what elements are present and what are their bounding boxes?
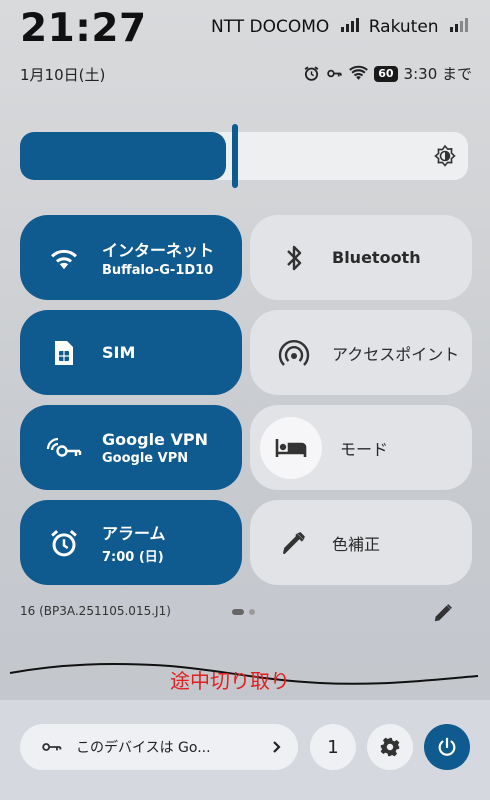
power-button[interactable] — [424, 724, 470, 770]
user-count-button[interactable]: 1 — [310, 724, 356, 770]
bluetooth-icon — [274, 238, 314, 278]
brightness-handle[interactable] — [232, 124, 238, 188]
tile-sim-title: SIM — [102, 343, 136, 362]
brightness-auto-icon — [434, 144, 456, 167]
tile-bluetooth-title: Bluetooth — [332, 248, 421, 267]
wifi-status-icon — [349, 65, 369, 80]
tile-google-vpn[interactable]: Google VPN Google VPN — [20, 405, 242, 490]
signal-icon — [450, 17, 468, 32]
tile-sim[interactable]: SIM — [20, 310, 242, 395]
status-icons: 60 3:30 まで — [303, 63, 472, 84]
tile-hotspot-title: アクセスポイント — [332, 344, 460, 364]
tile-internet-subtitle: Buffalo-G-1D10 — [102, 263, 214, 278]
sim-card-icon — [44, 333, 84, 373]
signal-icon — [340, 17, 359, 32]
gear-icon — [380, 737, 400, 757]
vpn-key-icon — [44, 428, 84, 468]
chevron-right-icon — [273, 741, 281, 753]
build-number[interactable]: 16 (BP3A.251105.015.J1) — [20, 604, 171, 618]
wifi-icon — [44, 238, 84, 278]
crop-note: 途中切り取り — [170, 669, 290, 693]
alarm-status-icon — [304, 66, 319, 81]
clock: 21:27 — [20, 6, 147, 51]
tile-bluetooth[interactable]: Bluetooth — [250, 215, 472, 300]
bed-icon — [260, 416, 322, 479]
alarm-until-text: 3:30 まで — [403, 65, 472, 83]
tile-mode-title: モード — [340, 439, 389, 459]
date: 1月10日(土) — [20, 66, 106, 84]
tile-hotspot[interactable]: アクセスポイント — [250, 310, 472, 395]
settings-button[interactable] — [367, 724, 413, 770]
vpn-key-icon — [42, 743, 62, 751]
color-picker-icon — [274, 523, 314, 563]
tile-alarm[interactable]: アラーム 7:00 (日) — [20, 500, 242, 585]
tile-color-correction-title: 色補正 — [332, 534, 381, 554]
tile-internet-title: インターネット — [102, 241, 215, 260]
carrier-docomo-label: NTT DOCOMO — [210, 17, 330, 37]
tile-google-vpn-subtitle: Google VPN — [102, 450, 189, 466]
carrier-status: NTT DOCOMO Rakuten — [211, 17, 468, 37]
brightness-fill — [20, 132, 226, 180]
device-managed-label: このデバイスは Go... — [76, 740, 211, 756]
tile-alarm-title: アラーム — [102, 524, 166, 543]
battery-icon: 60 — [374, 65, 398, 82]
alarm-icon — [44, 523, 84, 563]
carrier-docomo: NTT DOCOMO — [211, 17, 359, 37]
edit-icon[interactable] — [432, 602, 454, 624]
tile-mode[interactable]: モード — [250, 405, 472, 490]
tile-alarm-subtitle: 7:00 (日) — [102, 550, 164, 565]
carrier-rakuten: Rakuten — [369, 17, 468, 37]
vpn-key-status-icon — [327, 69, 342, 78]
tile-google-vpn-title: Google VPN — [102, 429, 208, 449]
page-indicator — [232, 609, 255, 615]
power-icon — [438, 737, 456, 756]
tile-color-correction[interactable]: 色補正 — [250, 500, 472, 585]
carrier-rakuten-label: Rakuten — [368, 17, 439, 37]
tile-internet[interactable]: インターネット Buffalo-G-1D10 — [20, 215, 242, 300]
hotspot-icon — [274, 333, 314, 373]
device-managed-button[interactable]: このデバイスは Go... — [20, 724, 298, 770]
